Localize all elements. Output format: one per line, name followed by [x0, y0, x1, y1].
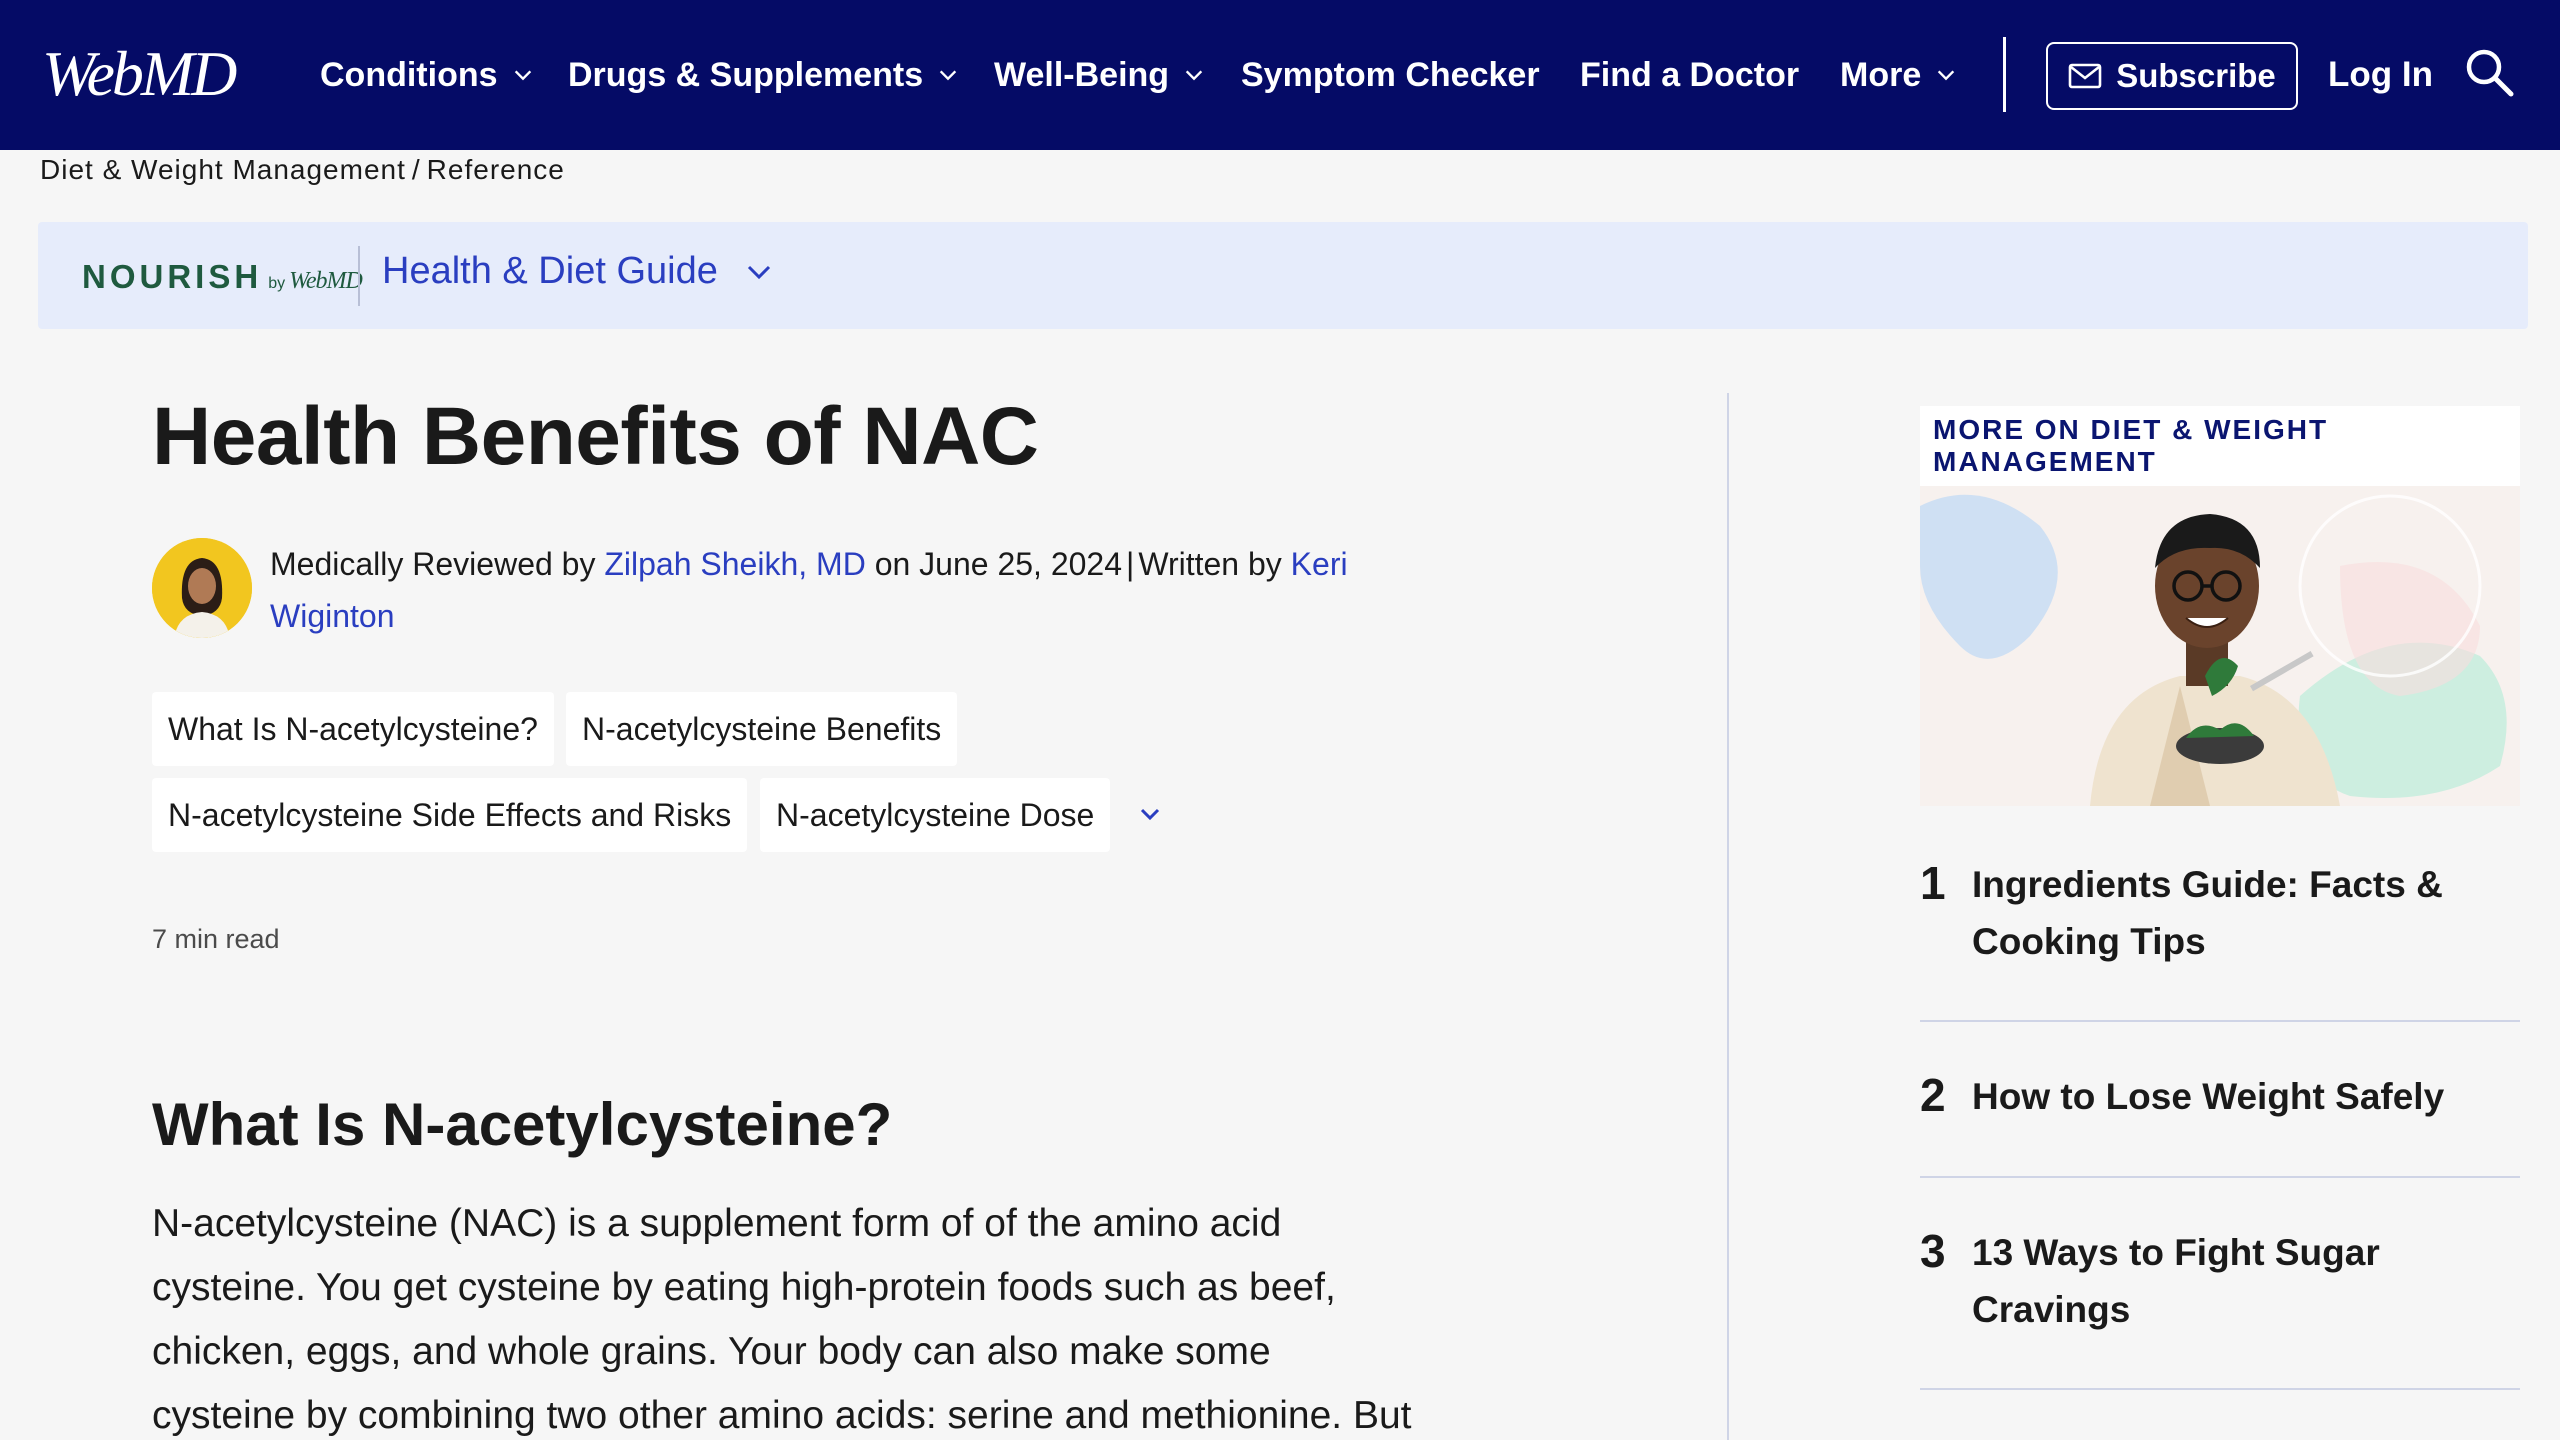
chevron-down-icon	[747, 265, 770, 279]
section-heading: What Is N-acetylcysteine?	[152, 1091, 893, 1158]
nourish-brand: NOURISH	[82, 258, 263, 295]
sidebar-item-number: 3	[1920, 1225, 1946, 1277]
sidebar-item-title: Ingredients Guide: Facts & Cooking Tips	[1972, 864, 2443, 962]
search-icon[interactable]	[2463, 46, 2515, 98]
column-divider	[1727, 393, 1729, 1440]
chevron-down-icon	[1185, 70, 1203, 81]
nav-find-a-doctor[interactable]: Find a Doctor	[1580, 50, 1799, 100]
article-title: Health Benefits of NAC	[152, 391, 1039, 482]
article-byline: Medically Reviewed by Zilpah Sheikh, MD …	[270, 538, 1400, 642]
toc-chip-what-is[interactable]: What Is N-acetylcysteine?	[152, 692, 554, 766]
nav-drugs-supplements-label: Drugs & Supplements	[568, 55, 924, 94]
sidebar-heading: MORE ON DIET & WEIGHT MANAGEMENT	[1933, 414, 2329, 477]
body-line: cysteine by combining two other amino ac…	[152, 1394, 1412, 1437]
breadcrumb-separator: /	[411, 154, 421, 185]
nourish-by: by	[268, 275, 286, 292]
nourish-banner: NOURISH by WebMD Health & Diet Guide	[38, 222, 2528, 329]
nav-more[interactable]: More	[1840, 50, 1957, 100]
breadcrumb-item[interactable]: Diet & Weight Management	[40, 154, 406, 185]
envelope-icon	[2068, 63, 2102, 89]
breadcrumb-item[interactable]: Reference	[427, 154, 565, 185]
nav-symptom-checker-label: Symptom Checker	[1241, 55, 1540, 94]
nav-symptom-checker[interactable]: Symptom Checker	[1241, 50, 1540, 100]
reviewer-avatar[interactable]	[152, 538, 252, 638]
sidebar-item-title: How to Lose Weight Safely	[1972, 1076, 2445, 1117]
nourish-brand-suffix: WebMD	[289, 268, 363, 294]
reviewed-by-prefix: Medically Reviewed by	[270, 546, 596, 582]
nav-conditions[interactable]: Conditions	[320, 50, 534, 100]
subscribe-button[interactable]: Subscribe	[2046, 42, 2298, 110]
toc-chip-side-effects[interactable]: N-acetylcysteine Side Effects and Risks	[152, 778, 748, 852]
body-line: chicken, eggs, and whole grains. Your bo…	[152, 1330, 1271, 1373]
nourish-logo[interactable]: NOURISH by WebMD	[82, 258, 363, 296]
sidebar-item-number: 2	[1920, 1069, 1946, 1121]
sidebar-item-title: 13 Ways to Fight Sugar Cravings	[1972, 1232, 2380, 1330]
reviewer-avatar-image	[152, 538, 252, 638]
reviewer-link[interactable]: Zilpah Sheikh, MD	[604, 546, 865, 582]
nav-more-label: More	[1840, 55, 1922, 94]
sidebar-promo-image	[1920, 486, 2520, 806]
byline-separator: |	[1126, 546, 1135, 582]
top-navigation: WebMD Conditions Drugs & Supplements Wel…	[0, 0, 2560, 150]
read-time: 7 min read	[152, 924, 280, 954]
sidebar-divider	[1920, 1388, 2520, 1390]
sidebar-item-number: 1	[1920, 857, 1946, 909]
sidebar-promo-card[interactable]: MORE ON DIET & WEIGHT MANAGEMENT	[1920, 406, 2520, 806]
man-eating-salad-illustration	[1920, 486, 2520, 806]
nav-conditions-label: Conditions	[320, 55, 498, 94]
body-line: cysteine. You get cysteine by eating hig…	[152, 1266, 1336, 1309]
nav-well-being-label: Well-Being	[994, 55, 1170, 94]
chevron-down-icon	[939, 70, 957, 81]
login-link[interactable]: Log In	[2328, 50, 2433, 100]
review-date: on June 25, 2024	[874, 546, 1123, 582]
subscribe-label: Subscribe	[2116, 57, 2276, 94]
health-diet-guide-dropdown[interactable]: Health & Diet Guide	[382, 250, 774, 293]
toc-chip-benefits[interactable]: N-acetylcysteine Benefits	[566, 692, 958, 766]
toc-chip-dose[interactable]: N-acetylcysteine Dose	[760, 778, 1111, 852]
webmd-logo[interactable]: WebMD	[42, 38, 237, 110]
guide-label: Health & Diet Guide	[382, 250, 718, 292]
banner-divider	[358, 246, 360, 306]
chevron-down-icon	[514, 70, 531, 81]
body-line: N-acetylcysteine (NAC) is a supplement f…	[152, 1202, 1282, 1245]
sidebar-divider	[1920, 1020, 2520, 1022]
chevron-down-icon	[1938, 70, 1955, 81]
article-body: N-acetylcysteine (NAC) is a supplement f…	[152, 1192, 1482, 1440]
nav-find-a-doctor-label: Find a Doctor	[1580, 55, 1800, 94]
nav-divider	[2003, 37, 2006, 112]
written-by-prefix: Written by	[1138, 546, 1282, 582]
chevron-down-icon[interactable]	[1136, 800, 1164, 828]
breadcrumb: Diet & Weight Management / Reference	[40, 154, 565, 186]
sidebar-divider	[1920, 1176, 2520, 1178]
nav-drugs-supplements[interactable]: Drugs & Supplements	[568, 50, 959, 100]
nav-well-being[interactable]: Well-Being	[994, 50, 1205, 100]
